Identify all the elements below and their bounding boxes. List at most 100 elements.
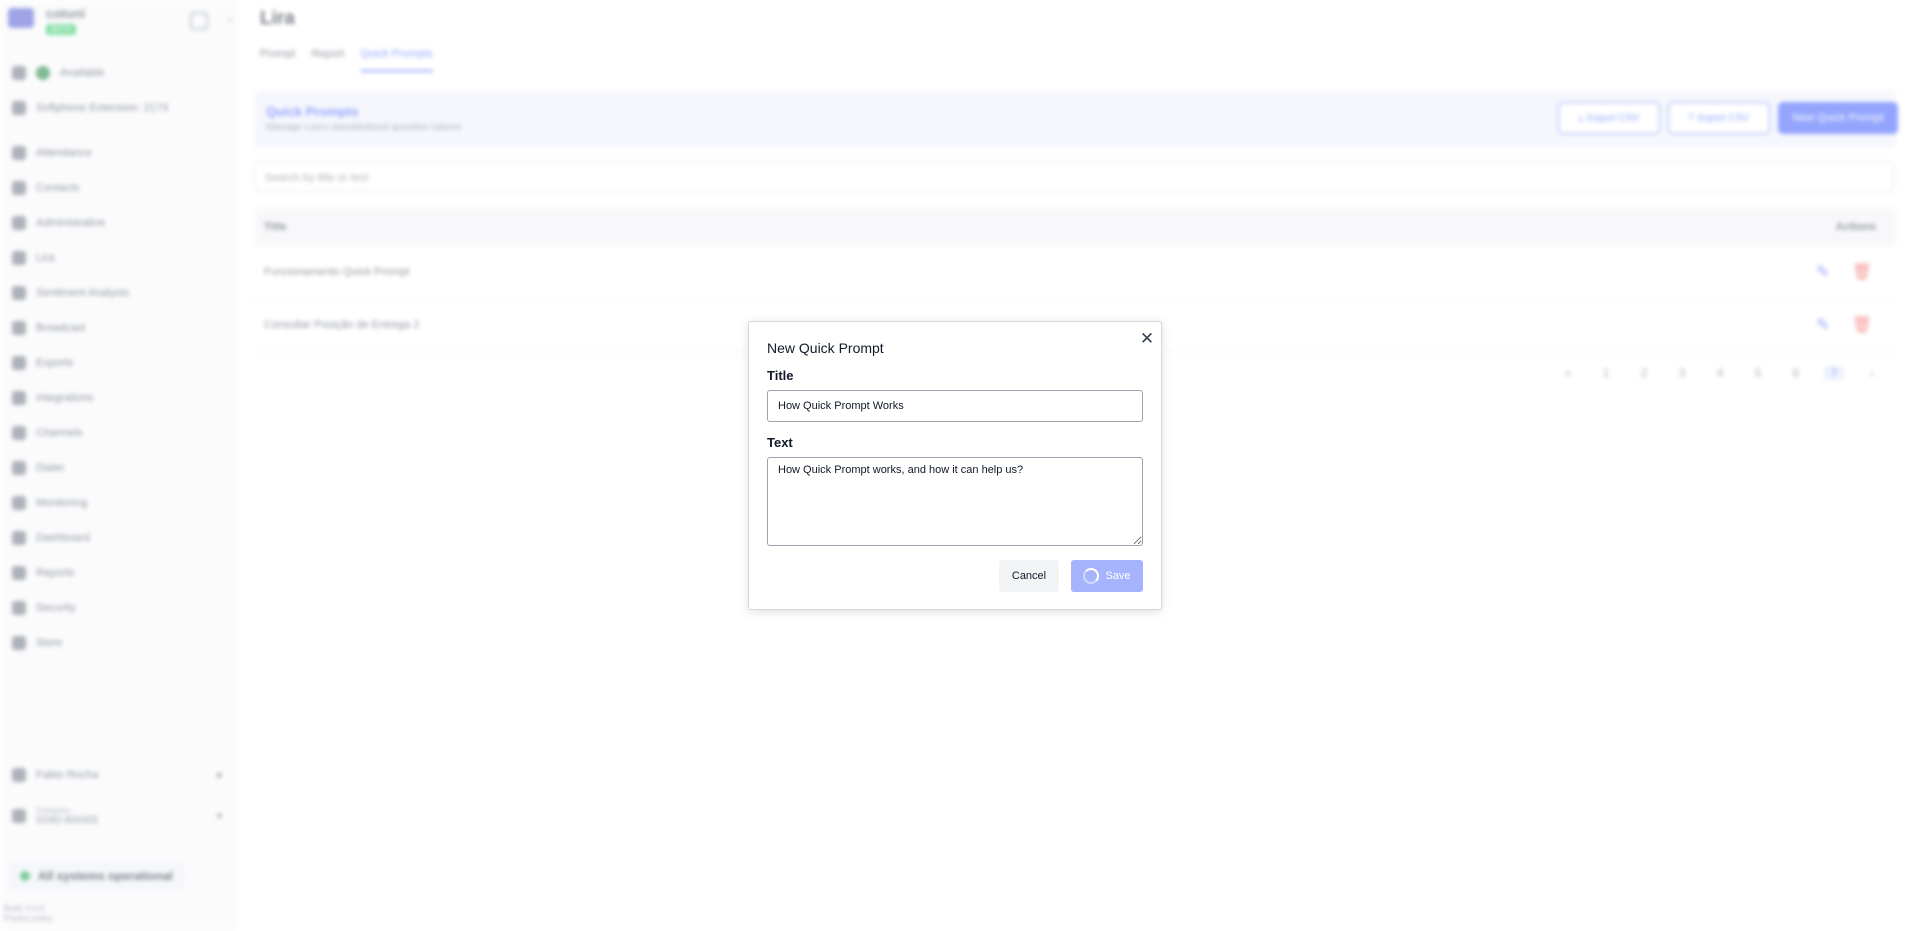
system-status-label: All systems operational	[38, 869, 173, 883]
sidebar-item-integrations[interactable]: Integrations	[12, 391, 93, 405]
sidebar-item-lira[interactable]: Lira	[12, 251, 54, 265]
sidebar-item-monitoring[interactable]: Monitoring	[12, 496, 87, 510]
sidebar-item-label: Store	[36, 637, 63, 649]
building-icon	[12, 809, 26, 823]
table-row: Funcionamento Quick Prompt ✎ 🗑	[254, 246, 1896, 299]
chevron-down-icon: ▾	[216, 769, 222, 782]
user-avatar-icon	[12, 768, 26, 782]
sidebar-item-contacts[interactable]: Contacts	[12, 181, 79, 195]
column-actions: Actions	[1835, 221, 1876, 233]
export-csv-button[interactable]: ⤓ Export CSV	[1558, 102, 1660, 134]
edit-icon[interactable]: ✎	[1816, 315, 1829, 335]
sidebar-item-dashboard[interactable]: Dashboard	[12, 531, 90, 545]
row-title: Funcionamento Quick Prompt	[264, 266, 410, 278]
new-quick-prompt-button[interactable]: New Quick Prompt	[1778, 102, 1898, 134]
save-button[interactable]: Save	[1071, 560, 1143, 592]
search-input[interactable]: Search by title or text	[254, 162, 1894, 192]
company-name: GOID ADGEE	[36, 815, 99, 826]
privacy-link[interactable]: Privacy policy	[4, 914, 53, 924]
tab-prompt[interactable]: Prompt	[260, 48, 295, 72]
chat-icon	[12, 146, 26, 160]
row-title: Consultar Posição de Entrega 2	[264, 319, 420, 331]
export-csv-label: Export CSV	[1587, 112, 1640, 124]
trash-icon[interactable]: 🗑	[1852, 262, 1872, 282]
agent-status[interactable]: Available	[12, 66, 104, 80]
new-quick-prompt-dialog: New Quick Prompt ✕ Title Text How Quick …	[748, 321, 1162, 610]
brand-logo	[8, 8, 34, 28]
title-label: Title	[767, 368, 794, 383]
sidebar-item-broadcast[interactable]: Broadcast	[12, 321, 86, 335]
heart-icon	[12, 286, 26, 300]
phone-icon	[12, 101, 26, 115]
download-icon: ⤓	[1578, 112, 1584, 124]
pagination: « 1 2 3 4 5 6 7 ›	[1558, 366, 1882, 380]
admin-icon	[12, 216, 26, 230]
channels-icon	[12, 426, 26, 440]
dialer-icon	[12, 461, 26, 475]
close-icon[interactable]: ✕	[1138, 330, 1156, 348]
tab-quick-prompts[interactable]: Quick Prompts	[360, 48, 433, 72]
sidebar-item-label: Lira	[36, 252, 55, 264]
sidebar-item-label: Contacts	[36, 182, 80, 194]
bell-icon	[12, 66, 26, 80]
sidebar-item-label: Exports	[36, 357, 74, 369]
sidebar-item-channels[interactable]: Channels	[12, 426, 82, 440]
sidebar-item-label: Broadcast	[36, 322, 86, 334]
first-page-icon[interactable]: «	[1558, 366, 1578, 380]
sidebar-item-store[interactable]: Store	[12, 636, 62, 650]
sidebar-item-reports[interactable]: Reports	[12, 566, 75, 580]
sidebar-item-sentiment-analysis[interactable]: Sentiment Analysis	[12, 286, 129, 300]
page-1[interactable]: 1	[1596, 366, 1616, 380]
text-label: Text	[767, 435, 793, 450]
upload-icon: ⤒	[1688, 112, 1694, 124]
import-csv-button[interactable]: ⤒ Import CSV	[1668, 102, 1770, 134]
status-ok-icon	[20, 871, 30, 881]
sidebar-item-administrative[interactable]: Administrative	[12, 216, 105, 230]
page-7[interactable]: 7	[1824, 366, 1844, 380]
cancel-button[interactable]: Cancel	[999, 560, 1059, 592]
sidebar-item-label: Channels	[36, 427, 83, 439]
collapse-sidebar-icon[interactable]	[190, 12, 208, 30]
edit-icon[interactable]: ✎	[1816, 262, 1829, 282]
softphone-extension[interactable]: Softphone Extension: 2173	[12, 101, 168, 115]
page-2[interactable]: 2	[1634, 366, 1654, 380]
extension-label: Softphone Extension: 2173	[36, 102, 169, 114]
sidebar-item-attendance[interactable]: Attendance	[12, 146, 92, 160]
page-5[interactable]: 5	[1748, 366, 1768, 380]
sidebar-item-label: Attendance	[36, 147, 92, 159]
contacts-icon	[12, 181, 26, 195]
title-input[interactable]	[767, 390, 1143, 422]
user-menu[interactable]: Fabio Rocha ▾	[12, 768, 222, 782]
key-icon	[12, 601, 26, 615]
sidebar: cotuni BETA ‹ Available Softphone Extens…	[0, 0, 236, 931]
page-6[interactable]: 6	[1786, 366, 1806, 380]
section-title: Quick Prompts	[266, 104, 359, 119]
reports-icon	[12, 566, 26, 580]
version-line: Build: 0.0.0	[4, 904, 45, 913]
version-info: Build: 0.0.0 Privacy policy	[4, 904, 53, 924]
page-3[interactable]: 3	[1672, 366, 1692, 380]
sidebar-item-label: Dialer	[36, 462, 65, 474]
export-icon	[12, 356, 26, 370]
sidebar-item-label: Sentiment Analysis	[36, 287, 129, 299]
sidebar-item-security[interactable]: Security	[12, 601, 76, 615]
next-page-icon[interactable]: ›	[1862, 366, 1882, 380]
beta-badge: BETA	[46, 24, 77, 35]
sidebar-item-dialer[interactable]: Dialer	[12, 461, 65, 475]
integrations-icon	[12, 391, 26, 405]
page-4[interactable]: 4	[1710, 366, 1730, 380]
trash-icon[interactable]: 🗑	[1852, 315, 1872, 335]
sidebar-item-exports[interactable]: Exports	[12, 356, 73, 370]
status-dot	[36, 66, 50, 80]
sidebar-item-label: Administrative	[36, 217, 106, 229]
broadcast-icon	[12, 321, 26, 335]
system-status[interactable]: All systems operational	[8, 861, 185, 891]
company-selector[interactable]: Company GOID ADGEE ▾	[12, 806, 222, 826]
tab-report[interactable]: Report	[311, 48, 344, 72]
quick-prompts-header: Quick Prompts Manage Lira's standardized…	[254, 90, 1898, 148]
chevron-left-icon[interactable]: ‹	[228, 12, 232, 26]
monitoring-icon	[12, 496, 26, 510]
sidebar-item-label: Integrations	[36, 392, 94, 404]
text-textarea[interactable]: How Quick Prompt works, and how it can h…	[767, 457, 1143, 546]
page-title: Lira	[260, 8, 295, 29]
